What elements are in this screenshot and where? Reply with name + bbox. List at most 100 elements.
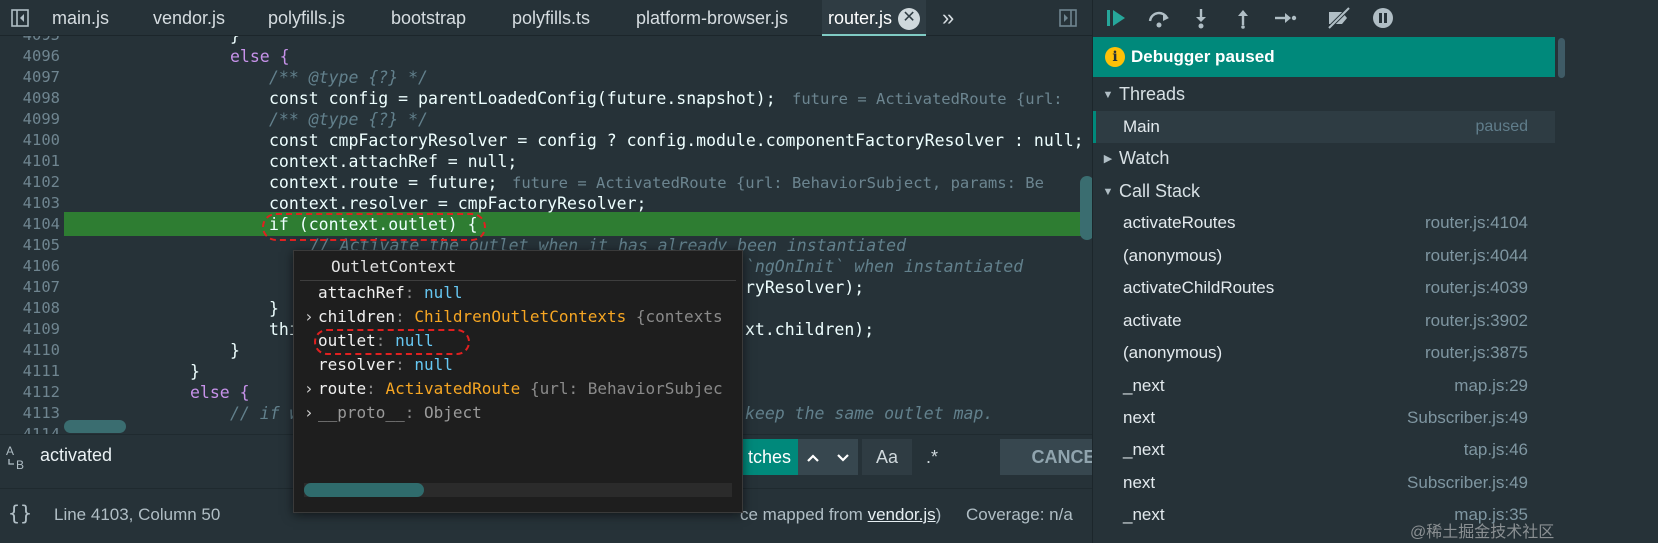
watch-section-header[interactable]: ▶ Watch	[1093, 143, 1555, 173]
chevron-up-icon	[807, 454, 819, 462]
call-stack-frame[interactable]: (anonymous) router.js:3875	[1093, 337, 1555, 369]
popover-divider	[300, 280, 736, 281]
match-case-button[interactable]: Aa	[862, 439, 912, 475]
find-next-button[interactable]	[828, 439, 858, 475]
variable-preview-popover[interactable]: OutletContext attachRef: null › children:…	[293, 250, 743, 513]
code-line: }	[230, 341, 240, 360]
deactivate-breakpoints-button[interactable]	[1325, 4, 1353, 32]
line-number[interactable]: 4102	[0, 173, 62, 191]
tab-router-js[interactable]: router.js ✕	[822, 0, 927, 36]
line-number-gutter[interactable]: 4095 4096 4097 4098 4099 4100 4101 4102 …	[0, 36, 64, 454]
step-icon	[1275, 13, 1297, 23]
code-comment: `ngOnInit` when instantiated	[745, 257, 1024, 276]
toggle-navigator-button[interactable]	[8, 6, 32, 30]
code-line: context.route = future;	[269, 173, 498, 192]
thread-row-main[interactable]: Main paused	[1093, 111, 1555, 143]
code-line: const config = parentLoadedConfig(future…	[269, 89, 776, 108]
popover-scroll-thumb[interactable]	[304, 483, 424, 497]
frame-function: activateChildRoutes	[1123, 278, 1275, 297]
find-previous-button[interactable]	[798, 439, 828, 475]
line-number[interactable]: 4098	[0, 89, 62, 107]
thread-name: Main	[1123, 117, 1160, 136]
frame-function: _next	[1123, 376, 1165, 395]
line-number[interactable]: 4105	[0, 236, 62, 254]
popover-scrollbar[interactable]	[304, 483, 732, 497]
code-comment: /** @type {?} */	[269, 68, 428, 87]
call-stack-frame[interactable]: activateRoutes router.js:4104	[1093, 207, 1555, 239]
line-number[interactable]: 4108	[0, 299, 62, 317]
property-row[interactable]: attachRef: null	[304, 283, 463, 302]
resume-button[interactable]	[1103, 4, 1131, 32]
code-line: }	[269, 299, 279, 318]
line-number[interactable]: 4100	[0, 131, 62, 149]
inline-value-preview: future = ActivatedRoute {url:	[792, 90, 1063, 108]
line-number[interactable]: 4103	[0, 194, 62, 212]
threads-section-header[interactable]: ▼ Threads	[1093, 79, 1555, 109]
line-number[interactable]: 4106	[0, 257, 62, 275]
call-stack-frame[interactable]: next Subscriber.js:49	[1093, 402, 1555, 434]
property-row[interactable]: › children: ChildrenOutletContexts {conte…	[304, 307, 723, 326]
pause-on-exceptions-button[interactable]	[1369, 4, 1397, 32]
pretty-print-button[interactable]: {}	[8, 501, 32, 525]
line-number[interactable]: 4110	[0, 341, 62, 359]
step-button[interactable]	[1271, 4, 1299, 32]
tab-polyfills-ts[interactable]: polyfills.ts	[512, 0, 590, 36]
more-tabs-button[interactable]: »	[942, 0, 954, 36]
expand-arrow-icon[interactable]: ›	[304, 307, 318, 326]
sidebar-collapse-icon	[1059, 9, 1077, 27]
expand-arrow-icon[interactable]: ›	[304, 379, 318, 398]
call-stack-section-header[interactable]: ▼ Call Stack	[1093, 176, 1555, 206]
call-stack-frame[interactable]: activateChildRoutes router.js:4039	[1093, 272, 1555, 304]
line-number[interactable]: 4112	[0, 383, 62, 401]
line-number[interactable]: 4109	[0, 320, 62, 338]
regex-button[interactable]: .*	[912, 439, 952, 475]
code-comment: // if w	[230, 404, 300, 423]
property-key: resolver	[318, 355, 396, 374]
line-number[interactable]: 4099	[0, 110, 62, 128]
line-number[interactable]: 4113	[0, 404, 62, 422]
property-row[interactable]: › __proto__: Object	[304, 403, 482, 422]
tab-bootstrap[interactable]: bootstrap	[391, 0, 466, 36]
step-out-button[interactable]	[1229, 4, 1257, 32]
source-file-link[interactable]: vendor.js	[868, 505, 936, 524]
line-number[interactable]: 4095	[0, 36, 62, 44]
toggle-debugger-pane-button[interactable]	[1056, 6, 1080, 30]
step-into-button[interactable]	[1187, 4, 1215, 32]
call-stack-frame[interactable]: next Subscriber.js:49	[1093, 467, 1555, 499]
call-stack-frame[interactable]: _next tap.js:46	[1093, 434, 1555, 466]
line-number[interactable]: 4111	[0, 362, 62, 380]
section-title: Call Stack	[1119, 181, 1201, 201]
step-over-button[interactable]	[1145, 4, 1173, 32]
line-number[interactable]: 4096	[0, 47, 62, 65]
close-icon[interactable]: ✕	[898, 8, 921, 31]
line-number[interactable]: 4107	[0, 278, 62, 296]
line-number[interactable]: 4097	[0, 68, 62, 86]
cursor-position: Line 4103, Column 50	[54, 505, 221, 524]
line-number[interactable]: 4104	[0, 215, 62, 233]
code-comment: keep the same outlet map.	[745, 404, 994, 423]
property-value: null	[414, 355, 453, 374]
call-stack-frame[interactable]: _next map.js:29	[1093, 370, 1555, 402]
line-number[interactable]: 4101	[0, 152, 62, 170]
tab-vendor-js[interactable]: vendor.js	[153, 0, 225, 36]
code-line: context.attachRef = null;	[269, 152, 518, 171]
tab-platform-browser-js[interactable]: platform-browser.js	[636, 0, 788, 36]
horizontal-scrollbar[interactable]	[64, 420, 126, 433]
chevron-down-icon	[837, 454, 849, 462]
sidebar-scrollbar[interactable]	[1558, 38, 1565, 78]
expand-arrow-icon[interactable]: ›	[304, 403, 318, 422]
frame-location: router.js:3902	[1424, 311, 1528, 330]
replace-toggle-icon[interactable]: A B	[6, 443, 32, 476]
call-stack-frame[interactable]: (anonymous) router.js:4044	[1093, 240, 1555, 272]
property-row[interactable]: › route: ActivatedRoute {url: BehaviorSub…	[304, 379, 723, 398]
tab-polyfills-js[interactable]: polyfills.js	[268, 0, 345, 36]
property-row[interactable]: resolver: null	[304, 355, 453, 374]
property-key: route	[318, 379, 367, 398]
tab-main-js[interactable]: main.js	[52, 0, 109, 36]
frame-function: _next	[1123, 505, 1165, 524]
call-stack-frame[interactable]: activate router.js:3902	[1093, 305, 1555, 337]
property-key: children	[318, 307, 396, 326]
debugger-sidebar: i Debugger paused ▼ Threads Main paused ▶…	[1092, 0, 1658, 543]
pause-on-exceptions-icon	[1373, 8, 1393, 28]
frame-location: router.js:4039	[1424, 278, 1528, 297]
